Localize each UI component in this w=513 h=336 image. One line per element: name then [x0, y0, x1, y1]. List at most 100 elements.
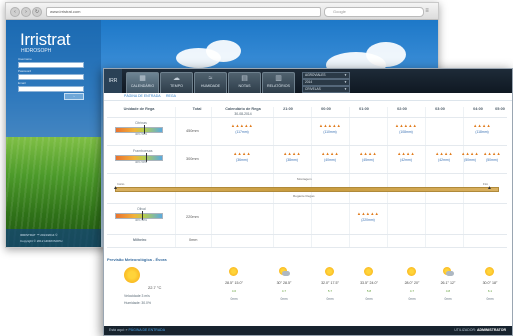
breadcrumb-home-link[interactable]: PÁGINA DE ENTRADA	[124, 94, 161, 98]
grid-line	[463, 107, 464, 247]
forecast-rain: 4.7	[409, 289, 415, 293]
user-name[interactable]: ADMINISTRATOR	[477, 328, 506, 332]
select-value: 2014	[305, 80, 313, 84]
tab-notes[interactable]: ▤ NOTAS	[228, 72, 261, 94]
grid-line	[273, 107, 274, 247]
sun-icon	[407, 267, 416, 276]
column-header-hour: 01:00	[359, 107, 369, 111]
forecast-temperature: 28.0° 20°	[404, 281, 420, 285]
tab-humidity[interactable]: ≈ HUMIDADE	[194, 72, 227, 94]
weather-icon: ☁	[173, 75, 180, 82]
irrigation-calendar-table: Unidade de Rega Total Calendário de Rega…	[107, 107, 507, 259]
column-header-hour: 05:00	[495, 107, 505, 111]
year-select[interactable]: 2014 ▼	[302, 79, 350, 86]
plot-select[interactable]: CRIVELAS ▼	[302, 86, 350, 93]
column-header-hour: 21:00	[283, 107, 293, 111]
password-field[interactable]	[18, 74, 84, 80]
irrigation-amount: (108mm)	[399, 130, 413, 134]
crop-name: Citrinas	[135, 121, 147, 125]
field-label: Username	[18, 57, 32, 61]
forecast-rain: 4.7	[281, 289, 287, 293]
irrigation-drops[interactable]: ▲▲▲▲	[391, 151, 421, 156]
column-header-hour: 02:00	[397, 107, 407, 111]
season-band[interactable]	[115, 187, 499, 192]
irrigation-amount: (40mm)	[324, 158, 336, 162]
select-value: CRIVELAS	[305, 87, 321, 91]
forecast-temperature: 32.0° 17.5°	[321, 281, 339, 285]
forecast-temperature: 26.1° 12°	[440, 281, 456, 285]
tab-weather[interactable]: ☁ TEMPO	[160, 72, 193, 94]
sun-icon	[325, 267, 334, 276]
irrigation-drops[interactable]: ▲▲▲▲	[227, 151, 257, 156]
crop-name: Framboesas	[133, 149, 153, 153]
irrigation-drops[interactable]: ▲▲▲▲	[353, 151, 383, 156]
irrigation-amount: (110mm)	[323, 130, 337, 134]
login-button[interactable]: ›	[64, 93, 84, 100]
location-indicator: Está aqui: » PÁGINA DE ENTRADA	[109, 328, 165, 332]
irrigation-amount: (117mm)	[235, 130, 249, 134]
row-divider	[107, 145, 507, 146]
grid-line	[425, 107, 426, 247]
tab-label: TEMPO	[170, 84, 183, 88]
field-label: Email	[18, 81, 26, 85]
tab-calendar[interactable]: ▦ CALENDÁRIO	[126, 72, 159, 94]
top-navigation: IRR ▦ CALENDÁRIO ☁ TEMPO ≈ HUMIDADE ▤ NO…	[104, 69, 512, 94]
reload-icon[interactable]: ↻	[32, 7, 42, 17]
login-panel: Irristrat HIDROSOPH Username Password Em…	[6, 20, 101, 247]
irrigation-drops[interactable]: ▲▲▲▲▲	[315, 123, 345, 128]
column-header-total: Total	[192, 107, 202, 111]
footer-line: Copyright © 2012 HIDROSOPH	[20, 239, 63, 243]
irrigation-drops[interactable]: ▲▲▲▲	[477, 151, 507, 156]
irrigation-amount: (38mm)	[286, 158, 298, 162]
back-icon[interactable]: ‹	[10, 7, 20, 17]
wind-speed: Velocidade 3 m/s	[124, 294, 150, 298]
forward-icon[interactable]: ›	[21, 7, 31, 17]
end-marker-icon: ▲	[487, 185, 492, 191]
calendar-icon: ▦	[139, 75, 146, 82]
cloud-shape	[206, 40, 241, 62]
farm-select[interactable]: AGROVIALES ▼	[302, 72, 350, 79]
address-bar[interactable]: www.irristrat.com	[46, 7, 321, 17]
forecast-title: Previsão Meteorológica - Évora	[107, 257, 167, 262]
row-divider	[107, 234, 507, 235]
notes-icon: ▤	[241, 75, 248, 82]
irrigation-drops[interactable]: ▲▲▲▲	[315, 151, 345, 156]
breadcrumb-irrigation-link[interactable]: REGA	[166, 94, 176, 98]
forecast-precipitation: 0mm	[230, 297, 238, 301]
sun-icon	[229, 267, 238, 276]
cloud-icon	[446, 271, 454, 276]
irrigation-amount: (50mm)	[486, 158, 498, 162]
row-divider	[107, 247, 507, 248]
forecast-rain: 5.8	[366, 289, 372, 293]
band-top-label: Montagem	[297, 177, 312, 181]
gauge-label: 40% 50%	[135, 218, 147, 222]
cloud-shape	[366, 42, 406, 67]
brand-title: Irristrat	[20, 30, 71, 49]
row-divider	[107, 203, 507, 204]
irrigation-drops[interactable]: ▲▲▲▲	[277, 151, 307, 156]
search-box[interactable]: Google	[324, 7, 424, 17]
forecast-temperature: 28.5° 15.0°	[225, 281, 243, 285]
sun-icon	[485, 267, 494, 276]
reports-icon: ▥	[275, 75, 282, 82]
irrigation-drops[interactable]: ▲▲▲▲▲	[227, 123, 257, 128]
menu-icon[interactable]: ≡	[422, 7, 432, 15]
forecast-temperature: 30° 28.5°	[276, 281, 292, 285]
forecast-rain: 4.6	[231, 289, 237, 293]
forecast-temperature: 30.0° 18°	[482, 281, 498, 285]
app-window: IRR ▦ CALENDÁRIO ☁ TEMPO ≈ HUMIDADE ▤ NO…	[103, 68, 513, 336]
irrigation-drops[interactable]: ▲▲▲▲▲	[391, 123, 421, 128]
forecast-rain: 4.8	[445, 289, 451, 293]
cloud-icon	[282, 271, 290, 276]
username-field[interactable]	[18, 62, 84, 68]
column-header-unit: Unidade de Rega	[123, 107, 155, 111]
irrigation-drops[interactable]: ▲▲▲▲▲	[353, 211, 383, 216]
total-value: 300mm	[186, 157, 199, 161]
irrigation-drops[interactable]: ▲▲▲▲	[467, 123, 497, 128]
location-link[interactable]: PÁGINA DE ENTRADA	[128, 328, 165, 332]
current-temperature: 22.7 °C	[148, 285, 162, 290]
column-header-hour: 03:00	[435, 107, 445, 111]
total-value: 0mm	[189, 238, 198, 242]
tab-reports[interactable]: ▥ RELATÓRIOS	[262, 72, 295, 94]
email-field[interactable]	[18, 86, 84, 92]
